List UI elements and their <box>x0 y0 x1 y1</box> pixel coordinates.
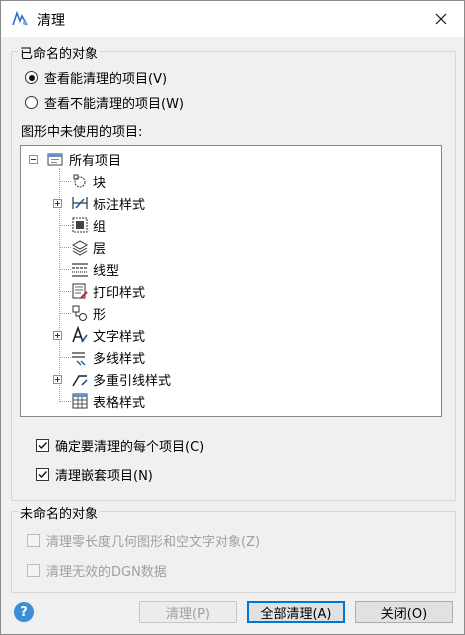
close-button[interactable]: 关闭(O) <box>355 601 453 623</box>
linetype-icon <box>72 263 88 277</box>
shape-icon <box>72 305 87 321</box>
close-icon <box>435 13 447 25</box>
window-title: 清理 <box>37 13 65 29</box>
checkbox[interactable] <box>27 564 40 577</box>
multiline-style-icon <box>72 352 86 366</box>
purge-dgn-label: 清理无效的DGN数据 <box>46 565 167 580</box>
text-style-icon <box>72 326 88 343</box>
tree-item-dimension-style[interactable]: 标注样式 <box>51 192 145 214</box>
all-items-icon <box>47 153 63 166</box>
tree-item-label: 形 <box>93 307 107 323</box>
tree-item-label: 文字样式 <box>93 329 146 345</box>
plot-style-icon <box>72 283 88 299</box>
unnamed-objects-label: 未命名的对象 <box>18 503 101 522</box>
purge-button[interactable]: 清理(P) <box>139 601 237 623</box>
purge-all-button[interactable]: 全部清理(A) <box>247 601 345 623</box>
layer-icon <box>71 240 89 256</box>
expand-icon[interactable] <box>53 199 62 208</box>
tree-item-label: 块 <box>93 175 107 191</box>
tree-item-linetype[interactable]: 线型 <box>51 258 119 280</box>
unused-items-tree[interactable]: 所有项目 块 标注样式 组 层 线型 打印样式 形 文字样式 多线样式 多重引线… <box>20 145 442 417</box>
tree-item-group[interactable]: 组 <box>51 214 106 236</box>
tree-item-layer[interactable]: 层 <box>51 236 106 258</box>
collapse-icon[interactable] <box>29 155 38 164</box>
tree-item-label: 层 <box>93 241 107 257</box>
help-icon[interactable]: ? <box>14 602 34 622</box>
purge-zero-length-checkbox[interactable]: 清理零长度几何图形和空文字对象(Z) <box>27 531 260 550</box>
tree-item-block[interactable]: 块 <box>51 170 106 192</box>
tree-item-shape[interactable]: 形 <box>51 302 106 324</box>
tree-item-label: 标注样式 <box>93 197 146 213</box>
purge-nested-label: 清理嵌套项目(N) <box>55 469 153 484</box>
unnamed-objects-group <box>11 511 456 593</box>
purge-zero-length-label: 清理零长度几何图形和空文字对象(Z) <box>46 535 261 550</box>
confirm-each-item-label: 确定要清理的每个项目(C) <box>55 440 205 455</box>
radio-button[interactable] <box>25 96 38 109</box>
confirm-each-item-checkbox[interactable]: 确定要清理的每个项目(C) <box>36 436 204 455</box>
table-style-icon <box>72 393 88 409</box>
purge-nested-checkbox[interactable]: 清理嵌套项目(N) <box>36 465 153 484</box>
named-objects-label: 已命名的对象 <box>18 43 101 62</box>
purge-dialog: 清理 已命名的对象 查看能清理的项目(V) 查看不能清理的项目(W) 图形中未使… <box>0 0 465 635</box>
group-icon <box>72 217 88 233</box>
radio-view-purgeable-label: 查看能清理的项目(V) <box>44 72 168 87</box>
checkbox[interactable] <box>36 439 49 452</box>
tree-item-mleader-style[interactable]: 多重引线样式 <box>51 368 171 390</box>
title-bar: 清理 <box>1 1 464 37</box>
app-icon <box>12 10 28 26</box>
block-icon <box>73 174 86 188</box>
tree-item-multiline-style[interactable]: 多线样式 <box>51 346 145 368</box>
tree-root[interactable]: 所有项目 <box>29 148 121 170</box>
tree-item-label: 组 <box>93 219 107 235</box>
tree-item-label: 线型 <box>93 263 120 279</box>
tree-item-label: 多重引线样式 <box>93 373 172 389</box>
purge-dgn-checkbox[interactable]: 清理无效的DGN数据 <box>27 561 167 580</box>
tree-item-label: 多线样式 <box>93 351 146 367</box>
dimension-style-icon <box>72 197 88 209</box>
radio-view-nonpurgeable[interactable]: 查看不能清理的项目(W) <box>25 93 184 112</box>
tree-item-table-style[interactable]: 表格样式 <box>51 390 145 412</box>
tree-item-label: 打印样式 <box>93 285 146 301</box>
tree-item-plot-style[interactable]: 打印样式 <box>51 280 145 302</box>
tree-item-label: 表格样式 <box>93 395 146 411</box>
tree-root-label: 所有项目 <box>69 153 122 169</box>
expand-icon[interactable] <box>53 375 62 384</box>
expand-icon[interactable] <box>53 331 62 340</box>
radio-view-nonpurgeable-label: 查看不能清理的项目(W) <box>44 97 184 112</box>
tree-item-text-style[interactable]: 文字样式 <box>51 324 145 346</box>
tree-caption: 图形中未使用的项目: <box>21 125 143 140</box>
close-window-button[interactable] <box>418 1 464 37</box>
mleader-style-icon <box>72 375 88 387</box>
radio-view-purgeable[interactable]: 查看能清理的项目(V) <box>25 68 167 87</box>
checkbox[interactable] <box>27 534 40 547</box>
checkbox[interactable] <box>36 468 49 481</box>
radio-button[interactable] <box>25 71 38 84</box>
